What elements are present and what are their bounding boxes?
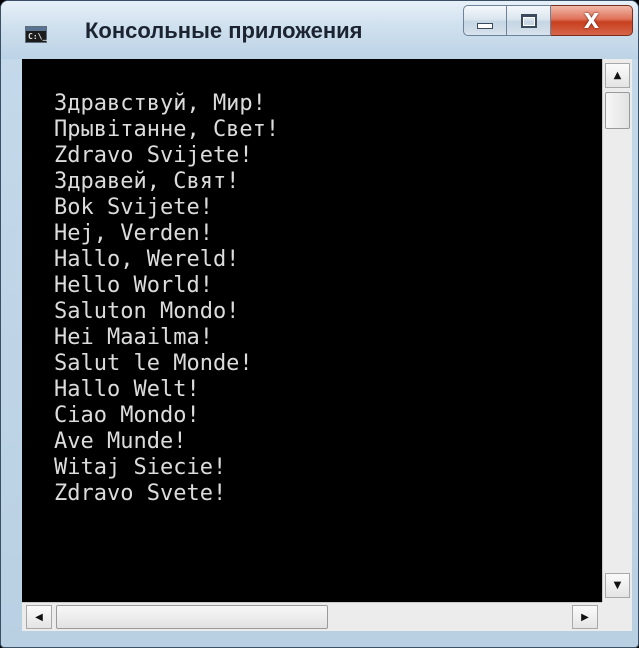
minimize-button[interactable] [463,5,507,36]
maximize-icon [520,13,537,28]
horizontal-scroll-thumb[interactable] [56,605,328,629]
scroll-right-button[interactable]: ▶ [572,605,598,629]
console-line: Ave Munde! [54,429,187,454]
arrow-down-icon: ▼ [613,580,622,591]
arrow-up-icon: ▲ [613,70,622,81]
arrow-right-icon: ▶ [581,611,589,623]
size-grip[interactable] [602,602,632,631]
console-line: Witaj Siecie! [54,455,227,480]
console-line: Hallo Welt! [54,377,200,402]
console-line: Здравей, Свят! [54,169,240,194]
console-line: Zdravo Svete! [54,481,227,506]
console-line: Hei Maailma! [54,325,213,350]
console-line: Hallo, Wereld! [54,247,240,272]
console-line: Salut le Monde! [54,351,253,376]
scroll-down-button[interactable]: ▼ [605,573,630,598]
vertical-scrollbar[interactable]: ▲ ▼ [602,59,632,602]
console-line: Bok Svijete! [54,195,213,220]
vertical-scroll-thumb[interactable] [605,92,630,129]
console-text: Здравствуй, Мир! Прывітанне, Свет! Zdravo … [54,91,279,507]
console-line: Saluton Mondo! [54,299,240,324]
console-line: Ciao Mondo! [54,403,200,428]
console-line: Hej, Verden! [54,221,213,246]
console-output[interactable]: Здравствуй, Мир! Прывітанне, Свет! Zdravo … [22,59,602,602]
console-window: C:\_ Консольные приложения X Здравствуй,… [0,0,639,648]
console-app-icon[interactable]: C:\_ [25,26,47,43]
maximize-button[interactable] [507,5,551,36]
close-icon: X [583,8,600,33]
app-icon-text: C:\_ [28,32,48,41]
minimize-icon [477,22,493,29]
scroll-up-button[interactable]: ▲ [605,63,630,88]
console-line: Здравствуй, Мир! [54,91,266,116]
console-line: Hello World! [54,273,213,298]
window-title: Консольные приложения [85,18,363,43]
console-line: Zdravo Svijete! [54,143,253,168]
caption-buttons: X [463,5,633,36]
title-bar[interactable]: C:\_ Консольные приложения X [1,1,638,59]
horizontal-scrollbar[interactable]: ◀ ▶ [22,602,602,631]
arrow-left-icon: ◀ [35,611,43,623]
scroll-left-button[interactable]: ◀ [26,605,52,629]
close-button[interactable]: X [551,5,633,36]
console-line: Прывітанне, Свет! [54,117,280,142]
